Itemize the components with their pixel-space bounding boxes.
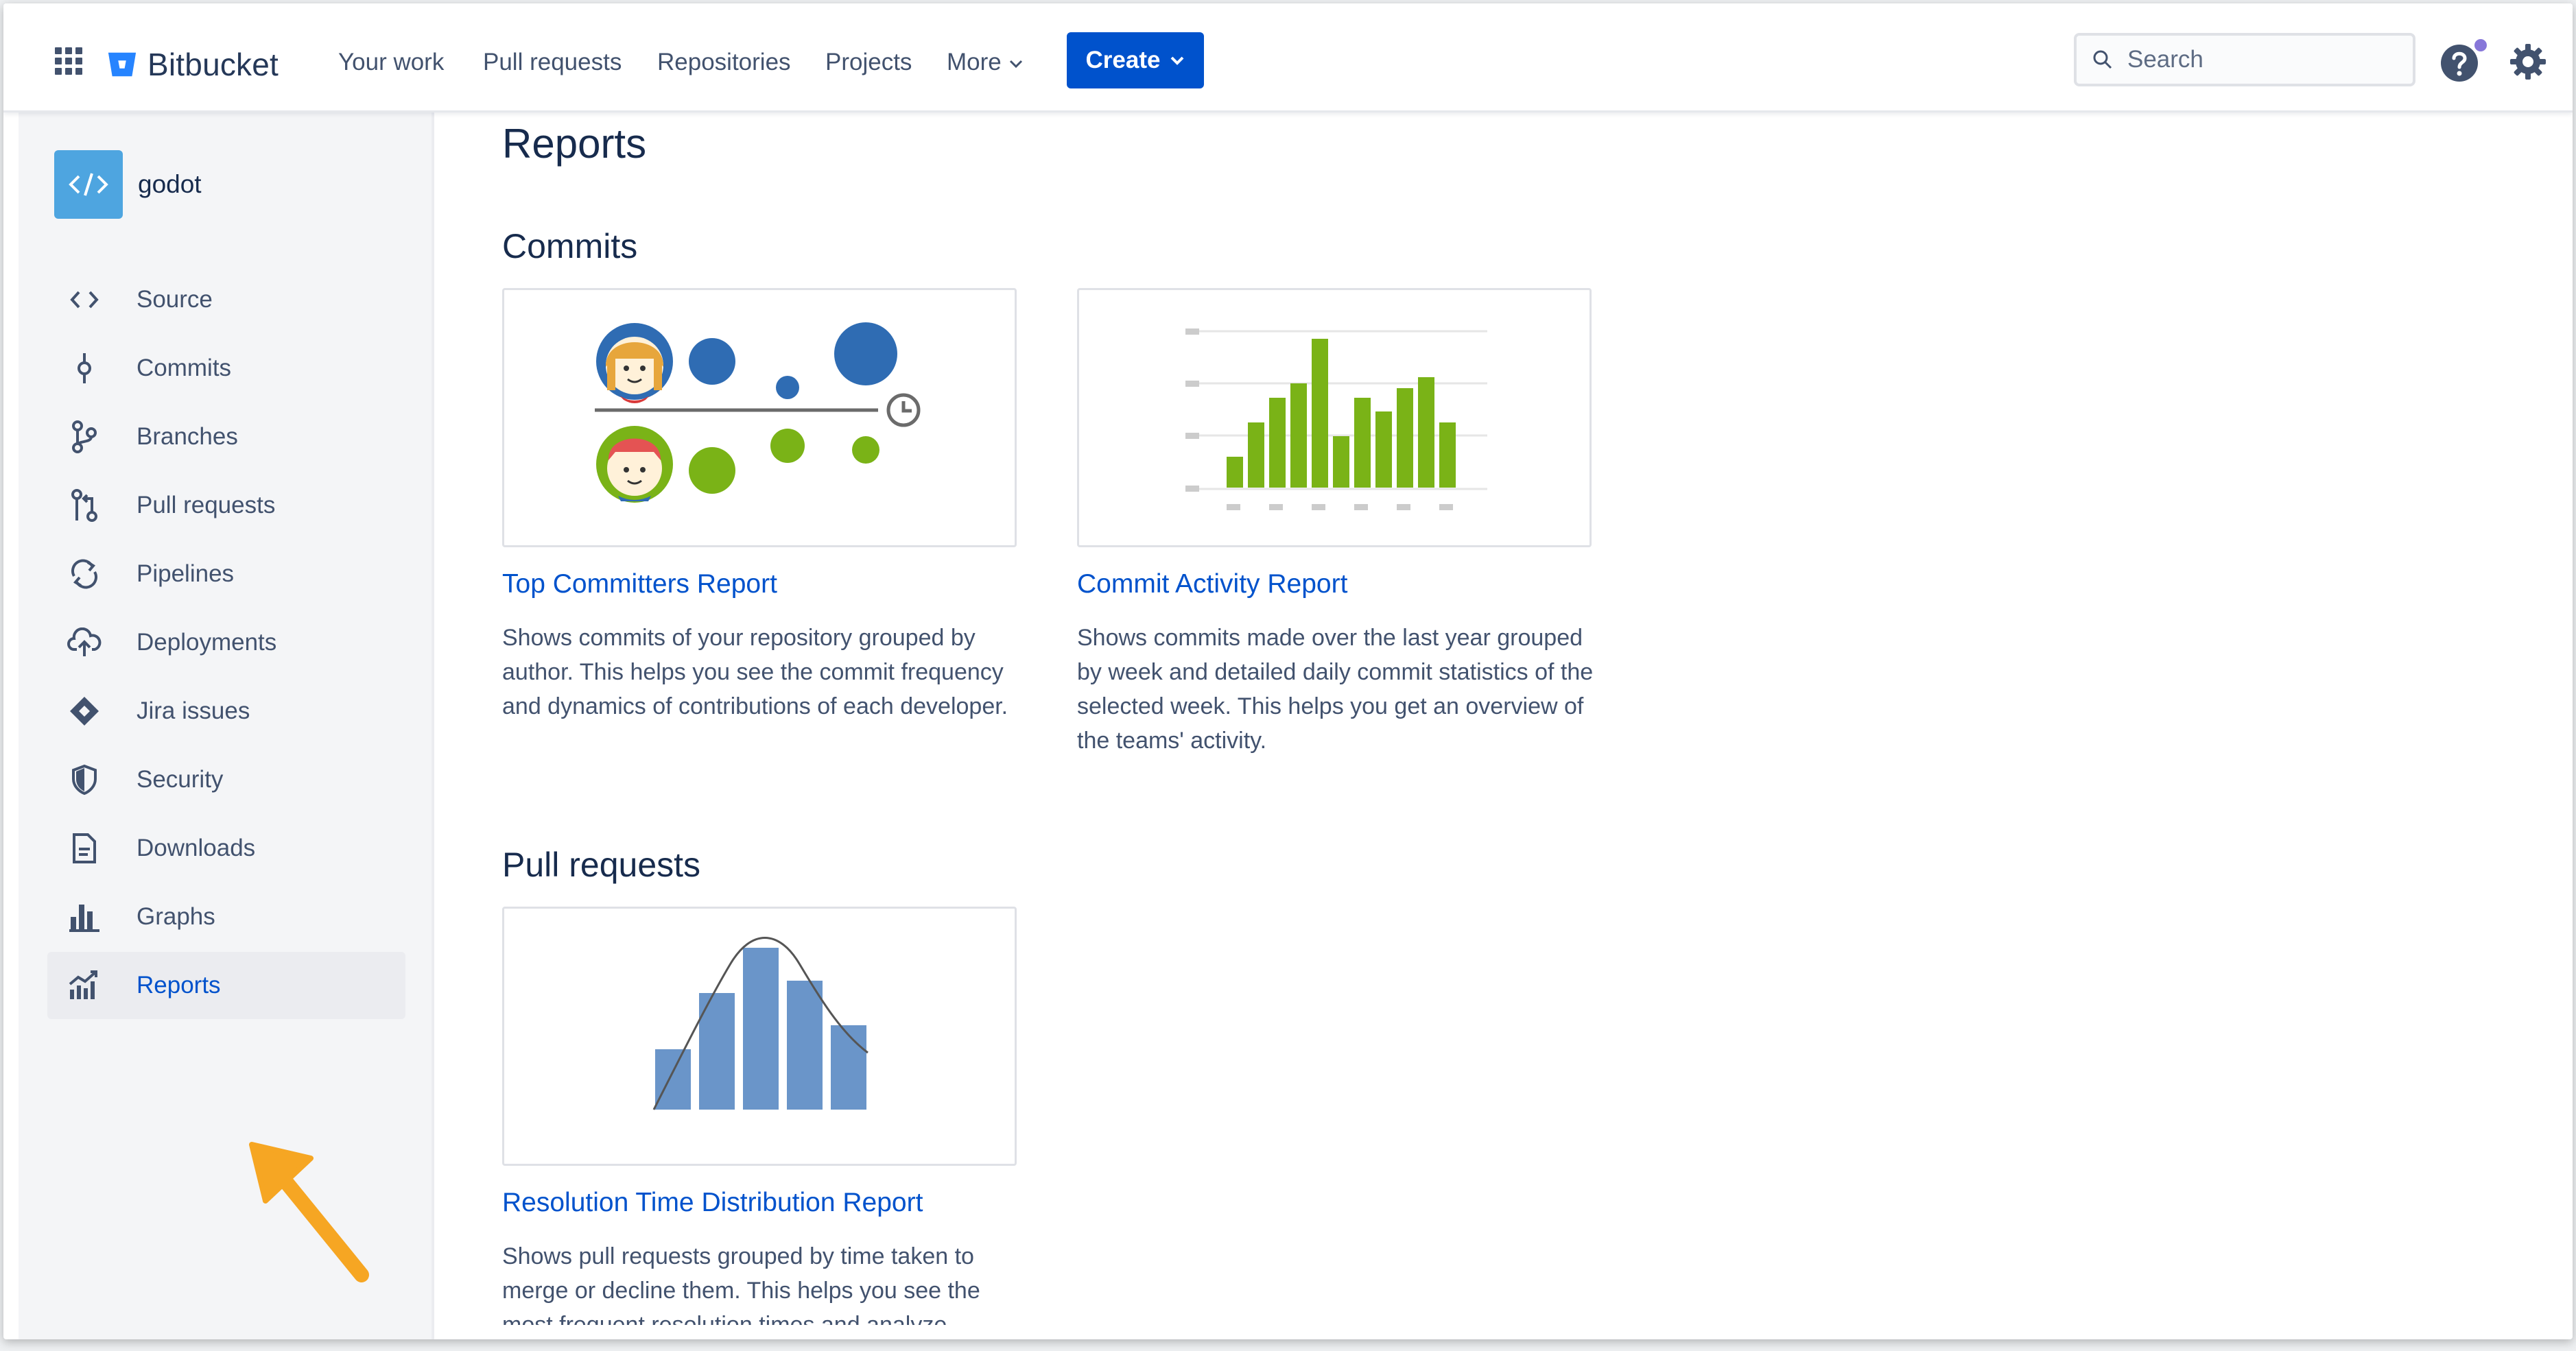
sidebar-item-downloads[interactable]: Downloads <box>47 815 405 882</box>
line-graph-icon <box>67 968 102 1003</box>
gear-icon[interactable] <box>2509 43 2547 81</box>
sidebar-item-label: Branches <box>137 423 238 450</box>
top-committers-description: Shows commits of your repository grouped… <box>502 625 1008 719</box>
search-input[interactable] <box>2126 45 2389 74</box>
sidebar-item-label: Graphs <box>137 903 215 930</box>
sidebar-item-commits[interactable]: Commits <box>47 335 405 402</box>
nav-your-work[interactable]: Your work <box>338 49 444 76</box>
document-icon <box>67 830 102 866</box>
sidebar-item-label: Downloads <box>137 835 256 861</box>
sidebar-item-label: Reports <box>137 972 221 999</box>
repo-header[interactable]: godot <box>54 150 202 219</box>
nav-more-label: More <box>947 49 1002 75</box>
nav-pull-requests[interactable]: Pull requests <box>483 49 622 76</box>
top-committers-illustration[interactable] <box>502 288 1017 547</box>
main-content: Reports Commits Top Committers Report Sh… <box>484 113 2542 1334</box>
chevron-down-icon <box>1171 56 1184 65</box>
sidebar-item-label: Source <box>137 286 213 313</box>
code-icon <box>67 282 102 318</box>
annotation-arrow-icon <box>249 1142 369 1282</box>
repo-avatar <box>54 150 123 219</box>
section-title-pull-requests: Pull requests <box>502 846 701 884</box>
page-title: Reports <box>502 121 647 167</box>
app-switcher-icon[interactable] <box>55 47 82 75</box>
top-committers-report-link[interactable]: Top Committers Report <box>502 569 777 599</box>
repo-name: godot <box>138 170 202 198</box>
create-button[interactable]: Create <box>1067 32 1204 88</box>
sidebar-item-source[interactable]: Source <box>47 266 405 333</box>
code-icon <box>69 173 108 196</box>
main-scroll-area[interactable]: Reports Commits Top Committers Report Sh… <box>484 113 2542 1325</box>
app-window: Bitbucket Your work Pull requests Reposi… <box>3 3 2573 1339</box>
commit-activity-illustration[interactable] <box>1077 288 1592 547</box>
sidebar-item-reports[interactable]: Reports <box>47 952 405 1019</box>
bar-graph-icon <box>67 899 102 935</box>
cloud-upload-icon <box>67 625 102 660</box>
nav-projects[interactable]: Projects <box>825 49 912 76</box>
pull-request-icon <box>67 488 102 523</box>
notification-dot <box>2474 39 2487 51</box>
sidebar-item-label: Pull requests <box>137 492 276 518</box>
sidebar-item-deployments[interactable]: Deployments <box>47 609 405 676</box>
resolution-time-description: Shows pull requests grouped by time take… <box>502 1243 980 1325</box>
sidebar-item-graphs[interactable]: Graphs <box>47 883 405 951</box>
jira-icon <box>67 693 102 729</box>
section-title-commits: Commits <box>502 227 638 265</box>
resolution-time-illustration[interactable] <box>502 907 1017 1166</box>
sidebar-item-security[interactable]: Security <box>47 746 405 813</box>
sidebar-item-label: Commits <box>137 355 232 381</box>
commit-activity-report-link[interactable]: Commit Activity Report <box>1077 569 1347 599</box>
commit-icon <box>67 350 102 386</box>
pipelines-icon <box>67 556 102 592</box>
sidebar-item-label: Deployments <box>137 629 277 656</box>
search-box[interactable] <box>2074 33 2415 86</box>
sidebar-item-label: Pipelines <box>137 560 235 587</box>
shield-icon <box>67 762 102 798</box>
sidebar-item-branches[interactable]: Branches <box>47 403 405 470</box>
sidebar-item-jira-issues[interactable]: Jira issues <box>47 678 405 745</box>
commit-activity-description: Shows commits made over the last year gr… <box>1077 625 1594 754</box>
repository-sidebar: godot Source Commits Branches Pull reque… <box>19 112 434 1339</box>
branch-icon <box>67 419 102 455</box>
sidebar-item-pipelines[interactable]: Pipelines <box>47 540 405 608</box>
help-icon[interactable] <box>2439 43 2480 84</box>
top-navigation: Bitbucket Your work Pull requests Reposi… <box>3 3 2573 112</box>
create-button-label: Create <box>1085 47 1161 73</box>
nav-repositories[interactable]: Repositories <box>657 49 791 76</box>
search-icon <box>2093 50 2112 69</box>
resolution-time-report-link[interactable]: Resolution Time Distribution Report <box>502 1188 923 1218</box>
bitbucket-icon <box>108 52 137 77</box>
sidebar-item-label: Jira issues <box>137 697 250 724</box>
sidebar-item-pull-requests[interactable]: Pull requests <box>47 472 405 539</box>
logo-text: Bitbucket <box>147 47 279 82</box>
sidebar-item-label: Security <box>137 766 224 793</box>
nav-more[interactable]: More <box>947 49 1024 76</box>
bitbucket-logo[interactable]: Bitbucket <box>106 46 279 83</box>
chevron-down-icon <box>1009 60 1022 68</box>
